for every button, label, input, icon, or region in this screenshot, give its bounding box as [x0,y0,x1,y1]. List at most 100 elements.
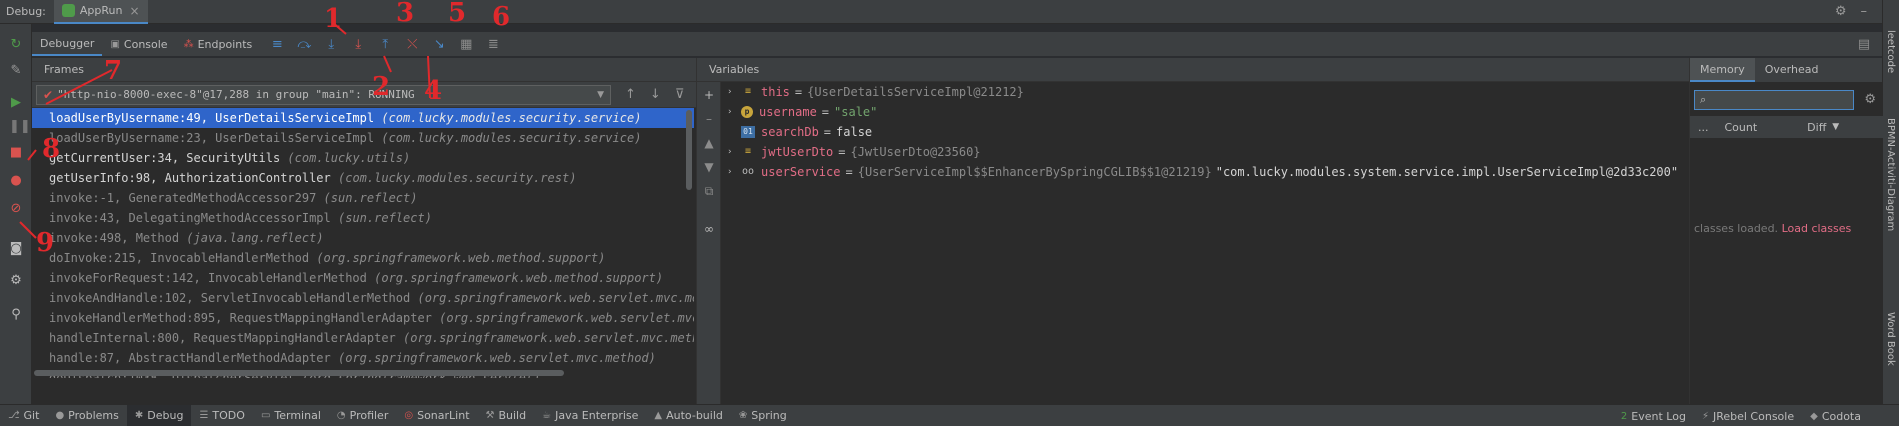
frame-method: invoke:43, DelegatingMethodAccessorImpl [49,211,331,225]
settings-icon[interactable]: ⚙ [9,274,23,288]
camera-icon[interactable]: ◙ [9,242,23,256]
evaluate-expression-icon[interactable]: ▦ [456,34,476,54]
tab-debugger[interactable]: Debugger [32,32,103,56]
variable-row[interactable]: › ≡ this = {UserDetailsServiceImpl@21212} [721,82,1689,102]
column-diff[interactable]: Diff [1757,121,1826,134]
layout-menu-icon[interactable]: ≡ [267,34,287,54]
bottom-tab-profiler[interactable]: ◔ Profiler [329,405,396,426]
tool-window-bpmn[interactable]: BPMN-Activiti-Diagram [1885,118,1896,231]
force-step-into-icon[interactable]: ⤓ [348,34,368,54]
memory-search-input[interactable]: ⌕ [1694,90,1854,110]
frame-row[interactable]: handle:87, AbstractHandlerMethodAdapter … [32,348,694,368]
tab-endpoints[interactable]: ⁂ Endpoints [176,32,261,56]
tool-window-leetcode[interactable]: leetcode [1885,30,1896,73]
filter-icon[interactable]: ⊽ [675,87,685,102]
resume-icon[interactable]: ▶ [9,96,23,110]
minimize-icon[interactable]: – [1861,4,1868,19]
layout-settings-icon[interactable]: ▤ [1854,34,1874,54]
bottom-tab-spring[interactable]: ❀ Spring [731,405,795,426]
add-watch-icon[interactable]: + [702,88,716,102]
bottom-tab-terminal[interactable]: ▭ Terminal [253,405,329,426]
tab-memory[interactable]: Memory [1690,58,1755,82]
column-class[interactable]: ... [1690,121,1709,134]
run-to-cursor-icon[interactable]: ↘ [429,34,449,54]
bottom-tab-git[interactable]: ⎇ Git [0,405,47,426]
modify-run-config-icon[interactable]: ✎ [9,64,23,78]
pin-icon[interactable]: ⚲ [9,308,23,322]
frame-row[interactable]: invoke:43, DelegatingMethodAccessorImpl … [32,208,694,228]
bottom-tab-event-log[interactable]: 2 Event Log [1613,405,1694,426]
bottom-tab-label: JRebel Console [1712,409,1795,423]
equals-sign: = [821,105,830,119]
variables-toolbar: + – ▲ ▼ ⧉ ∞ [697,82,721,404]
bottom-tab-debug[interactable]: ✱ Debug [126,404,192,426]
frame-row[interactable]: handleInternal:800, RequestMappingHandle… [32,328,694,348]
frame-row[interactable]: invokeHandlerMethod:895, RequestMappingH… [32,308,694,328]
rerun-icon[interactable]: ↻ [9,38,23,52]
step-over-icon[interactable]: ⤼ [294,34,314,54]
frame-row[interactable]: getCurrentUser:34, SecurityUtils (com.lu… [32,148,694,168]
mute-breakpoints-icon[interactable]: ⊘ [9,202,23,216]
thread-selector[interactable]: ✔ "http-nio-8000-exec-8"@17,288 in group… [36,84,611,105]
frame-row[interactable]: invokeForRequest:142, InvocableHandlerMe… [32,268,694,288]
bottom-tab-jrebel-console[interactable]: ⚡ JRebel Console [1694,405,1802,426]
bottom-tab-auto-build[interactable]: ▲ Auto-build [646,405,730,426]
step-out-icon[interactable]: ⤒ [375,34,395,54]
variable-row[interactable]: › ≡ jwtUserDto = {JwtUserDto@23560} [721,142,1689,162]
tab-console[interactable]: ▣ Console [102,32,175,56]
bottom-tab-sonarlint[interactable]: ◎ SonarLint [396,405,477,426]
console-icon: ▣ [110,38,120,50]
frame-row[interactable]: invoke:498, Method (java.lang.reflect) [32,228,694,248]
expand-chevron-icon[interactable]: › [727,162,741,182]
arrow-up-icon[interactable]: ↑ [625,87,636,102]
variable-type: {UserServiceImpl$$EnhancerBySpringCGLIB$… [857,165,1212,179]
frames-horizontal-scrollbar[interactable] [34,370,564,376]
copy-icon[interactable]: ⧉ [702,184,716,199]
expand-chevron-icon[interactable]: › [727,82,741,102]
pause-icon[interactable]: ❚❚ [9,120,31,134]
arrow-down-icon[interactable]: ↓ [650,87,661,102]
variable-row[interactable]: 01 searchDb = false [721,122,1689,142]
tab-console-label: Console [123,37,168,51]
variable-row[interactable]: › oo userService = {UserServiceImpl$$Enhance… [721,162,1689,182]
step-into-icon[interactable]: ⤓ [321,34,341,54]
frame-row[interactable]: getUserInfo:98, AuthorizationController … [32,168,694,188]
watch-type-icon: oo [741,166,755,177]
column-count[interactable]: Count [1709,121,1758,134]
remove-watch-icon[interactable]: – [702,112,716,126]
bottom-tab-label: Java Enterprise [555,409,639,422]
frames-vertical-scrollbar[interactable] [686,110,692,190]
load-classes-link[interactable]: Load classes [1782,222,1852,235]
view-breakpoints-icon[interactable]: ● [9,174,23,188]
frame-row[interactable]: loadUserByUsername:49, UserDetailsServic… [32,108,694,128]
show-watches-icon[interactable]: ∞ [702,222,716,236]
tool-window-word-book[interactable]: Word Book [1885,312,1896,366]
annotation-6: 6 [492,2,511,32]
expand-chevron-icon[interactable]: › [727,102,741,122]
close-icon[interactable]: × [129,4,139,18]
frame-row[interactable]: invokeAndHandle:102, ServletInvocableHan… [32,288,694,308]
variable-name: jwtUserDto [761,145,834,159]
frame-row[interactable]: loadUserByUsername:23, UserDetailsServic… [32,128,694,148]
move-down-icon[interactable]: ▼ [702,160,716,174]
frame-row[interactable]: doInvoke:215, InvocableHandlerMethod (or… [32,248,694,268]
bottom-tab-todo[interactable]: ☰ TODO [191,405,252,426]
move-up-icon[interactable]: ▲ [702,136,716,150]
drop-frame-icon[interactable]: ⤬ [402,34,422,54]
bottom-tab-build[interactable]: ⚒ Build [478,405,535,426]
run-config-tab[interactable]: AppRun × [53,0,148,24]
variable-row[interactable]: › p username = "sale" [721,102,1689,122]
bottom-tab-problems[interactable]: ● Problems [47,405,126,426]
gear-icon[interactable]: ⚙ [1835,4,1847,19]
problems-icon: ● [55,410,65,421]
memory-settings-icon[interactable]: ⚙ [1864,92,1876,107]
stop-icon[interactable]: ■ [9,146,23,160]
trace-icon[interactable]: ≣ [483,34,503,54]
bottom-tab-label: TODO [212,409,245,422]
frame-row[interactable]: invoke:-1, GeneratedMethodAccessor297 (s… [32,188,694,208]
tab-overhead[interactable]: Overhead [1755,58,1829,82]
expand-chevron-icon[interactable]: › [727,142,741,162]
annotation-5: 5 [448,0,467,28]
bottom-tab-java-enterprise[interactable]: ☕ Java Enterprise [534,405,646,426]
bottom-tab-codota[interactable]: ◆ Codota [1802,405,1869,426]
